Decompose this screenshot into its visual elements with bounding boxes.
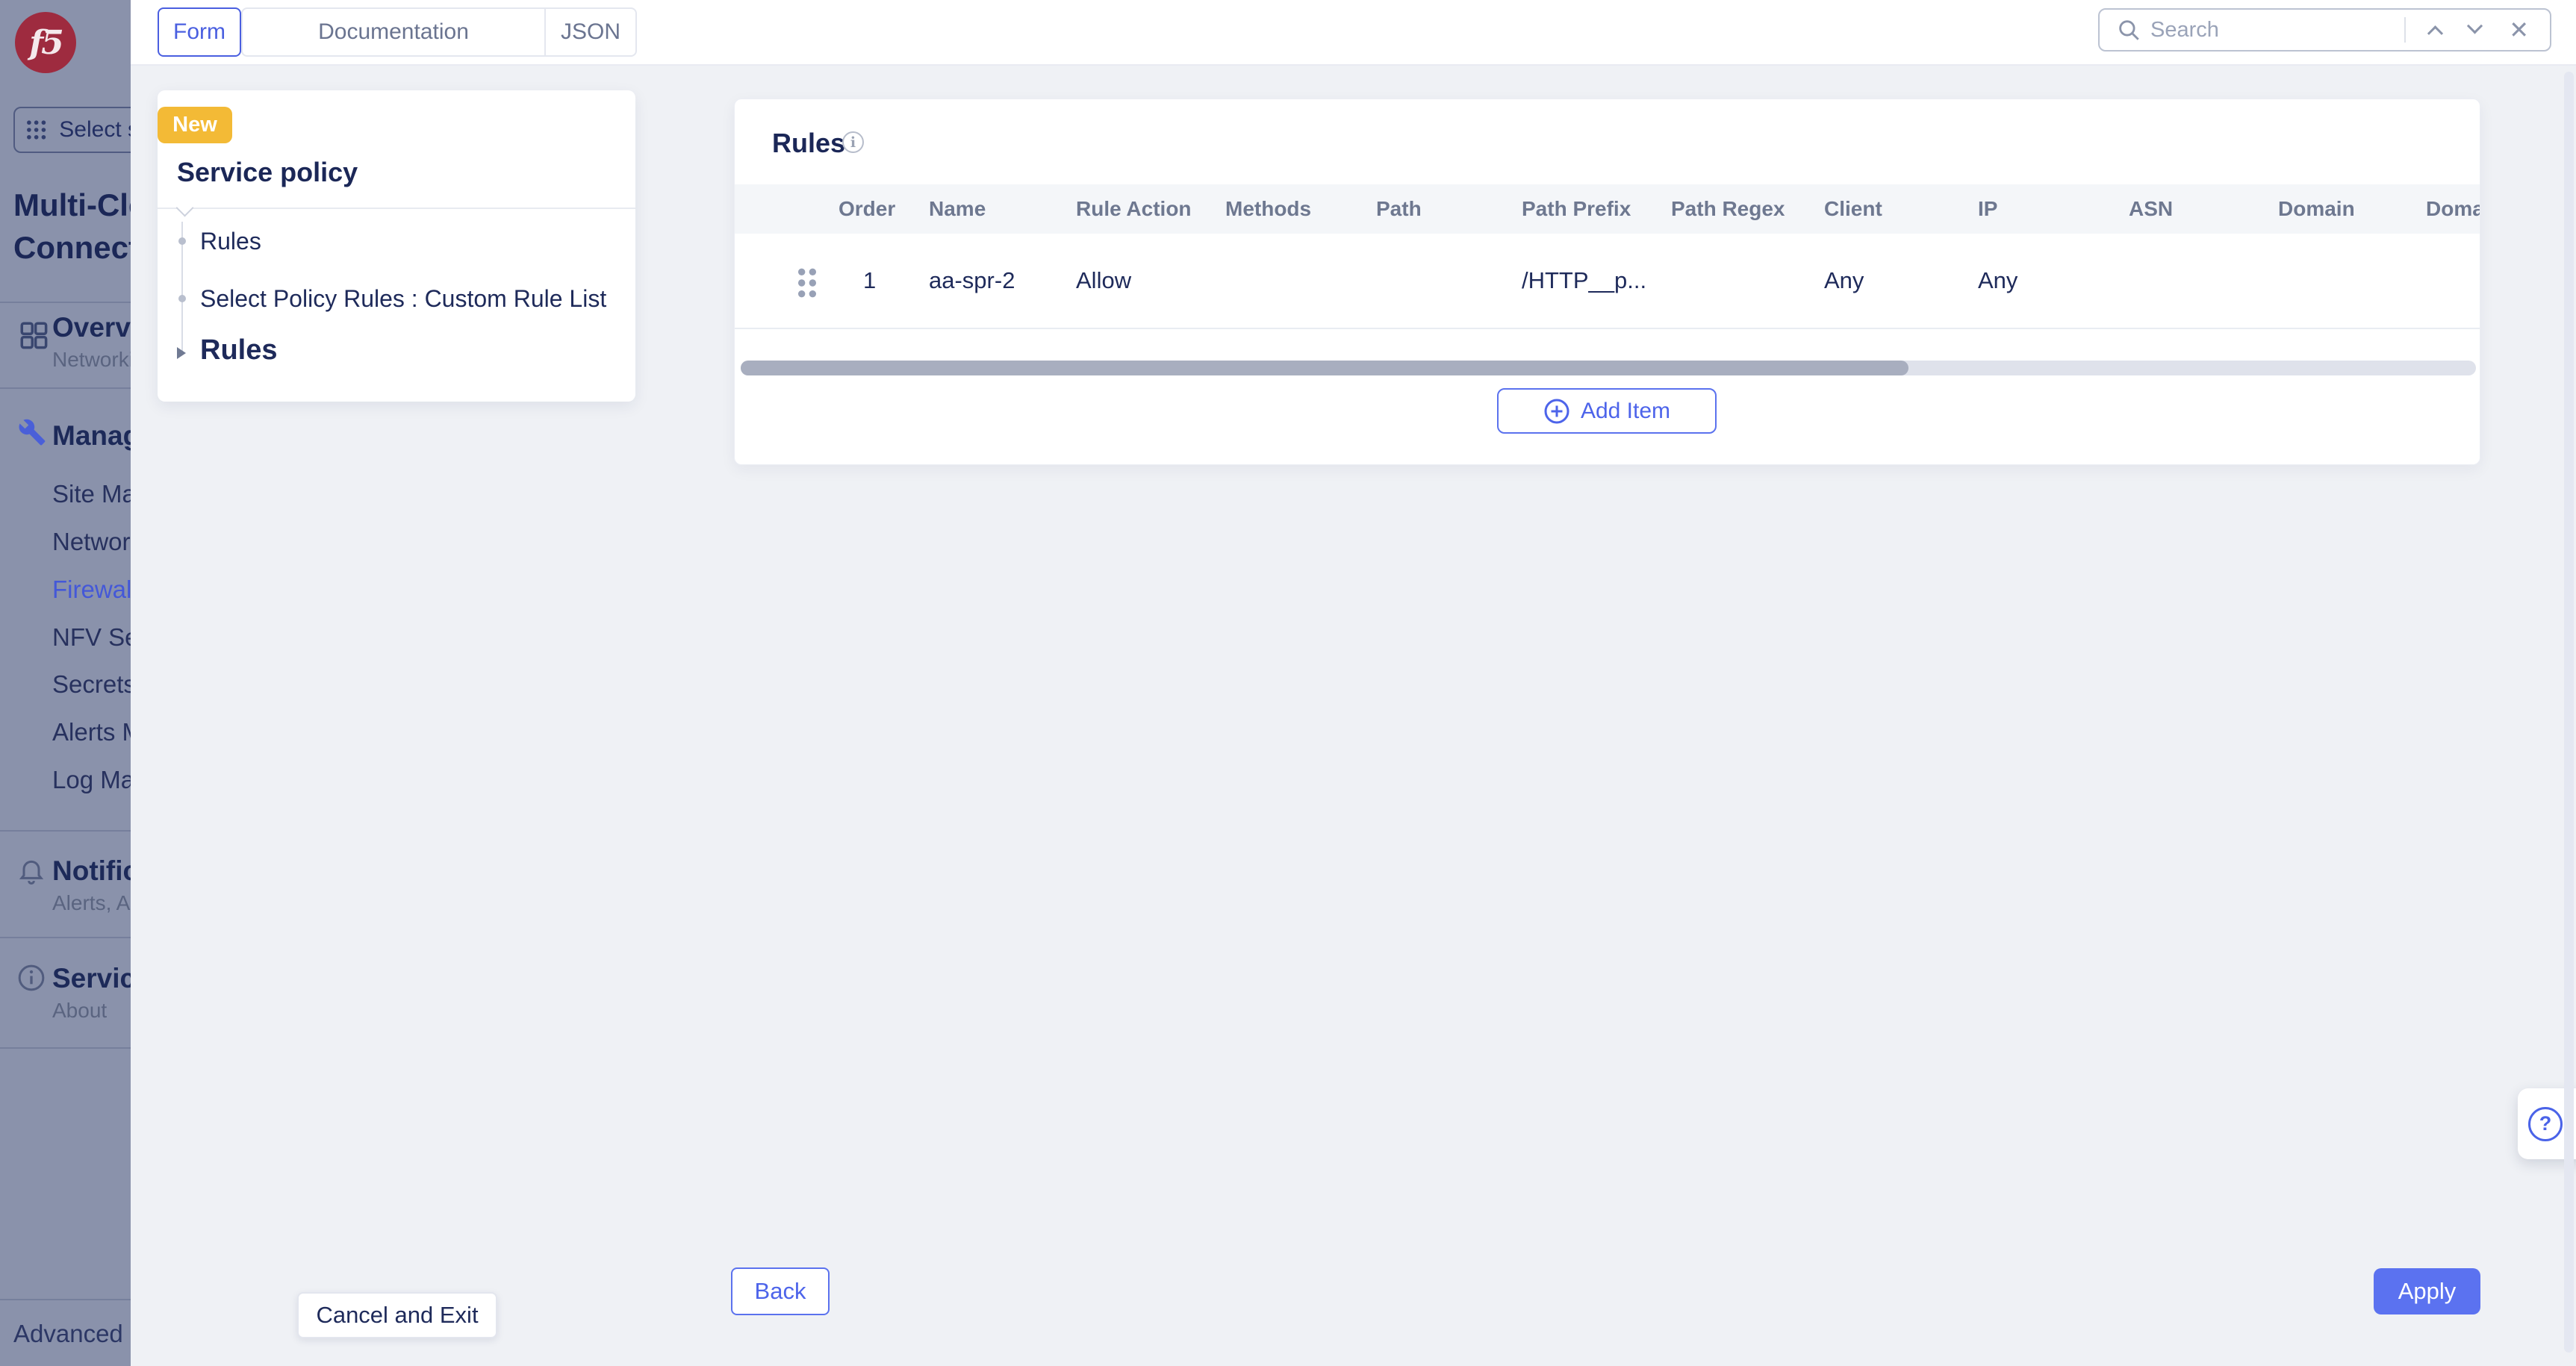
cell-rule-action: Allow	[1076, 234, 1131, 328]
sidebar-divider	[0, 830, 131, 832]
modal-content-area: New Service policy Rules Select Policy R…	[131, 66, 2576, 1366]
sidebar-item-service[interactable]: Service	[52, 963, 131, 994]
sidebar-item-networking[interactable]: Network	[52, 527, 131, 557]
column-header-domain-2: Domain	[2426, 184, 2480, 234]
sidebar-item-secrets[interactable]: Secrets	[52, 670, 131, 699]
wizard-step-rules[interactable]: Rules	[200, 226, 261, 256]
bell-icon	[16, 855, 46, 885]
sidebar-service-sublabel: About	[52, 999, 107, 1023]
sidebar-item-log-management[interactable]: Log Mar	[52, 765, 131, 795]
cell-name: aa-spr-2	[929, 234, 1015, 328]
sidebar-item-manage[interactable]: Manag	[52, 420, 131, 452]
wrench-icon	[18, 418, 46, 446]
sidebar-item-alerts-management[interactable]: Alerts M	[52, 717, 131, 747]
sidebar: f5 Select s Multi-Clo Connect Overvi N	[0, 0, 131, 1366]
question-icon: ?	[2528, 1107, 2563, 1141]
cell-order: 1	[863, 234, 876, 328]
plus-circle-icon	[1543, 398, 1570, 425]
sidebar-overview-sublabel: Networki	[52, 348, 131, 372]
tab-documentation[interactable]: Documentation	[243, 9, 546, 55]
search-box: ✕	[2098, 8, 2551, 52]
table-header: Order Name Rule Action Methods Path Path…	[735, 184, 2480, 234]
add-item-label: Add Item	[1581, 399, 1670, 424]
sidebar-divider	[0, 937, 131, 938]
chevron-down-icon[interactable]	[2467, 18, 2483, 34]
new-badge: New	[158, 107, 232, 143]
sidebar-item-overview[interactable]: Overvi	[52, 312, 131, 343]
column-header-domain: Domain	[2278, 184, 2355, 234]
overview-grid-icon	[18, 319, 49, 351]
column-header-path-prefix: Path Prefix	[1522, 184, 1631, 234]
sidebar-divider	[0, 387, 131, 389]
cell-client: Any	[1824, 234, 1864, 328]
column-header-rule-action: Rule Action	[1076, 184, 1192, 234]
workspace-title-line1: Multi-Clo	[13, 184, 131, 226]
step-dot	[178, 237, 186, 245]
search-divider	[2404, 17, 2406, 43]
workspace-title: Multi-Clo Connect	[13, 184, 131, 269]
wizard-title: Service policy	[177, 157, 358, 188]
sidebar-item-site-management[interactable]: Site Mar	[52, 479, 131, 509]
drag-handle-icon[interactable]	[791, 266, 823, 299]
workspace-title-line2: Connect	[13, 226, 131, 269]
chevron-up-icon[interactable]	[2427, 25, 2443, 41]
topbar: Documentation JSON Form ✕	[131, 0, 2576, 66]
rules-card: Rules i Order Name Rule Action Methods P…	[734, 99, 2480, 465]
column-header-methods: Methods	[1225, 184, 1311, 234]
info-circle-icon	[16, 963, 46, 993]
search-input[interactable]	[2149, 17, 2394, 43]
sidebar-notifications-sublabel: Alerts, Au	[52, 891, 131, 915]
horizontal-scrollbar-track[interactable]	[741, 361, 2476, 375]
wizard-step-rules-active[interactable]: Rules	[200, 335, 277, 365]
sidebar-divider	[0, 1299, 131, 1300]
column-header-ip: IP	[1978, 184, 1997, 234]
view-tab-group: Documentation JSON	[241, 7, 637, 57]
select-service-label: Select s	[59, 117, 131, 143]
cell-ip: Any	[1978, 234, 2017, 328]
advanced-nav-toggle[interactable]: Advanced nav	[13, 1320, 131, 1348]
step-arrow-icon	[177, 347, 186, 359]
sidebar-divider	[0, 1047, 131, 1049]
sidebar-item-nfv-services[interactable]: NFV Ser	[52, 623, 131, 652]
vertical-scrollbar[interactable]	[2564, 72, 2574, 1353]
sidebar-item-firewall[interactable]: Firewall	[52, 575, 131, 605]
rules-card-title: Rules	[772, 128, 845, 159]
sidebar-divider	[0, 302, 131, 303]
column-header-order: Order	[839, 184, 895, 234]
info-icon[interactable]: i	[842, 131, 864, 153]
sidebar-item-notifications[interactable]: Notific	[52, 855, 131, 887]
column-header-client: Client	[1824, 184, 1882, 234]
tab-json[interactable]: JSON	[546, 9, 635, 55]
column-header-asn: ASN	[2129, 184, 2173, 234]
add-item-button[interactable]: Add Item	[1497, 388, 1717, 434]
f5-logo: f5	[15, 12, 76, 73]
grid-9-icon	[25, 116, 47, 143]
column-header-name: Name	[929, 184, 986, 234]
cell-path-prefix: /HTTP__p...	[1522, 234, 1646, 328]
search-icon	[2116, 17, 2141, 43]
column-header-path-regex: Path Regex	[1671, 184, 1785, 234]
f5-logo-text: f5	[29, 24, 62, 62]
table-row[interactable]: 1 aa-spr-2 Allow /HTTP__p... Any Any	[735, 234, 2480, 329]
wizard-step-select-policy-rules[interactable]: Select Policy Rules : Custom Rule List	[200, 284, 606, 314]
collapse-notch-icon[interactable]	[175, 199, 193, 216]
select-service-button[interactable]: Select s	[13, 107, 131, 153]
step-dot	[178, 295, 186, 302]
app-window: f5 Select s Multi-Clo Connect Overvi N	[0, 0, 2576, 1366]
wizard-divider	[158, 208, 635, 209]
wizard-panel: New Service policy Rules Select Policy R…	[158, 90, 635, 402]
back-button[interactable]: Back	[731, 1267, 830, 1315]
cancel-and-exit-button[interactable]: Cancel and Exit	[297, 1292, 497, 1338]
horizontal-scrollbar-thumb[interactable]	[741, 361, 1908, 375]
column-header-path: Path	[1376, 184, 1422, 234]
close-icon[interactable]: ✕	[2509, 18, 2529, 42]
tab-form[interactable]: Form	[158, 7, 241, 57]
apply-button[interactable]: Apply	[2374, 1268, 2480, 1314]
